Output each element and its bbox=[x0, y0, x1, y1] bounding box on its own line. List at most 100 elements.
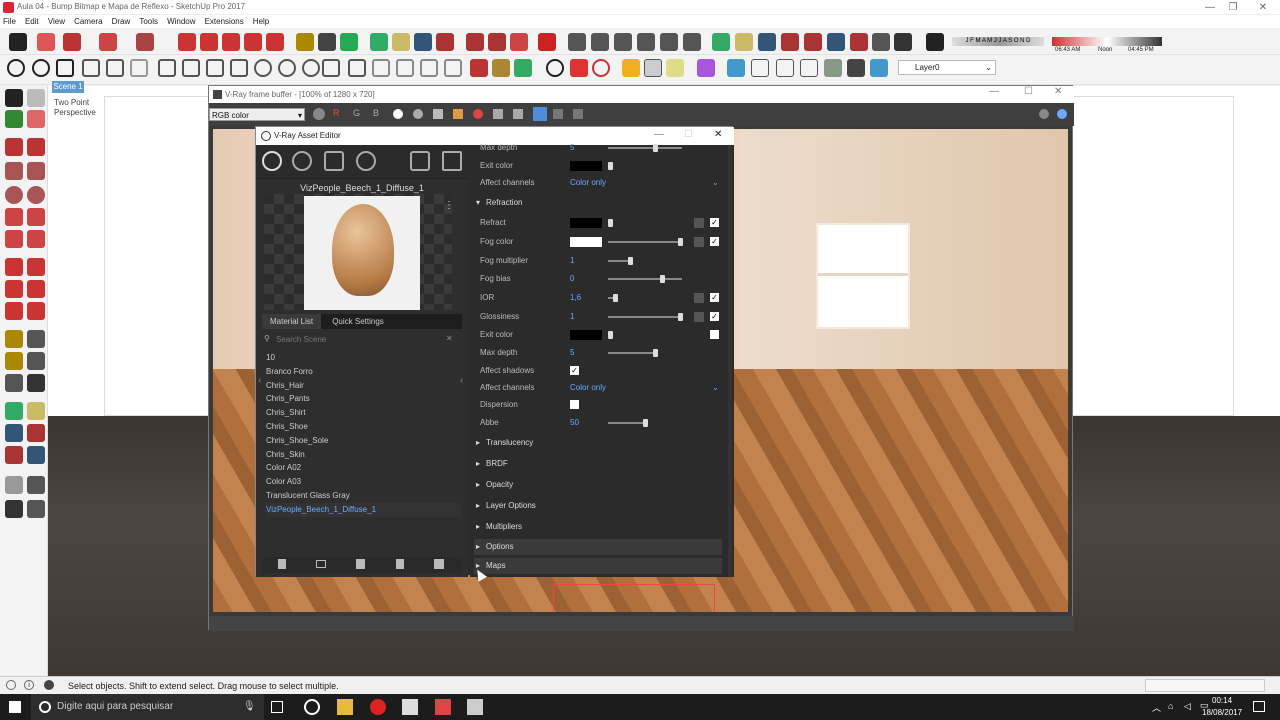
text-icon[interactable] bbox=[318, 33, 336, 51]
section-brdf[interactable]: ▸ BRDF bbox=[474, 456, 722, 472]
list-item[interactable]: Color A03 bbox=[266, 475, 461, 489]
notifications-icon[interactable] bbox=[1253, 701, 1265, 712]
list-item[interactable]: Chris_Skin bbox=[266, 448, 461, 462]
mono-icon[interactable] bbox=[413, 109, 423, 119]
clear-icon[interactable] bbox=[473, 109, 483, 119]
list-item-selected[interactable]: VizPeople_Beech_1_Diffuse_1 bbox=[266, 502, 461, 517]
green-channel-button[interactable]: G bbox=[353, 108, 360, 118]
track-mouse-icon[interactable] bbox=[533, 107, 547, 121]
menu-tools[interactable]: Tools bbox=[136, 16, 161, 27]
tab-quick-settings[interactable]: Quick Settings bbox=[324, 314, 392, 329]
list-item[interactable]: Color A02 bbox=[266, 461, 461, 475]
slider-knob[interactable] bbox=[613, 294, 618, 302]
refract-checkbox[interactable]: ✓ bbox=[710, 218, 719, 227]
zoom-extents-3-icon[interactable] bbox=[5, 446, 23, 464]
sketchup-taskbar-icon[interactable] bbox=[402, 699, 418, 715]
ae-close-button[interactable]: ✕ bbox=[714, 129, 722, 140]
fog-color-swatch[interactable] bbox=[570, 237, 602, 247]
clock-date[interactable]: 18/08/2017 bbox=[1202, 708, 1242, 717]
shadow-month-slider[interactable]: J F M A M J J A S O N D bbox=[952, 37, 1044, 46]
push-pull-icon[interactable] bbox=[178, 33, 196, 51]
exit-color-swatch[interactable] bbox=[570, 330, 602, 340]
sketchup-pro-icon[interactable] bbox=[435, 699, 451, 715]
settings-tab-icon[interactable] bbox=[356, 151, 376, 171]
vray-render-icon[interactable] bbox=[492, 59, 510, 77]
preview-menu-icon[interactable]: ⋮ bbox=[444, 200, 454, 211]
folder-icon[interactable] bbox=[453, 109, 463, 119]
scale-icon[interactable] bbox=[266, 33, 284, 51]
menu-file[interactable]: File bbox=[0, 16, 19, 27]
ae-minimize-button[interactable]: — bbox=[654, 129, 664, 140]
vfb-maximize-button[interactable]: ☐ bbox=[1024, 86, 1033, 97]
text-2-icon[interactable] bbox=[27, 352, 45, 370]
vfb-close-button[interactable]: ✕ bbox=[1054, 86, 1062, 97]
paint-bucket-icon[interactable] bbox=[340, 33, 358, 51]
slider-knob[interactable] bbox=[628, 257, 633, 265]
polygon-2-icon[interactable] bbox=[27, 186, 45, 204]
chevron-down-icon[interactable]: ⌄ bbox=[712, 381, 719, 395]
shape-4-icon[interactable] bbox=[800, 59, 818, 77]
windows-start-icon[interactable] bbox=[9, 701, 21, 713]
xray-icon[interactable] bbox=[158, 59, 176, 77]
exit-color-swatch[interactable] bbox=[570, 161, 602, 171]
clear-search-icon[interactable]: ✕ bbox=[446, 334, 453, 343]
search-input[interactable]: Search Scene bbox=[262, 333, 462, 346]
slider-knob[interactable] bbox=[653, 144, 658, 152]
texture-slot-icon[interactable] bbox=[694, 218, 704, 228]
section-refraction[interactable]: ▾ Refraction bbox=[474, 195, 722, 211]
left-view-icon[interactable] bbox=[683, 33, 701, 51]
look-around-2-icon[interactable] bbox=[27, 476, 45, 494]
chevron-down-icon[interactable]: ⌄ bbox=[712, 176, 719, 190]
list-item[interactable]: Chris_Pants bbox=[266, 392, 461, 406]
pie-icon[interactable] bbox=[27, 230, 45, 248]
drape-icon[interactable] bbox=[444, 59, 462, 77]
back-edges-icon[interactable] bbox=[182, 59, 200, 77]
list-item[interactable]: Translucent Glass Gray bbox=[266, 489, 461, 503]
menu-window[interactable]: Window bbox=[164, 16, 198, 27]
clock-time[interactable]: 00:14 bbox=[1212, 696, 1232, 705]
ae-maximize-button[interactable]: ☐ bbox=[684, 129, 693, 140]
refract-swatch[interactable] bbox=[570, 218, 602, 228]
stop-icon[interactable] bbox=[1039, 109, 1049, 119]
orbit-3-icon[interactable] bbox=[5, 402, 23, 420]
offset-icon[interactable] bbox=[27, 302, 45, 320]
rectangle-2-icon[interactable] bbox=[5, 162, 23, 180]
lights-tab-icon[interactable] bbox=[292, 151, 312, 171]
freehand-icon[interactable] bbox=[56, 59, 74, 77]
rotated-rect-icon[interactable] bbox=[27, 162, 45, 180]
param-value[interactable]: 1 bbox=[570, 254, 574, 268]
menu-camera[interactable]: Camera bbox=[71, 16, 105, 27]
list-item[interactable]: Chris_Shoe_Sole bbox=[266, 434, 461, 448]
vray-spot-icon[interactable] bbox=[592, 59, 610, 77]
arc-4-icon[interactable] bbox=[5, 230, 23, 248]
save-icon[interactable] bbox=[433, 109, 443, 119]
slider-knob[interactable] bbox=[643, 419, 648, 427]
move-icon[interactable] bbox=[222, 33, 240, 51]
circle-icon[interactable] bbox=[7, 59, 25, 77]
taskbar-search[interactable]: Digite aqui para pesquisar bbox=[31, 694, 264, 720]
share-model-icon[interactable] bbox=[488, 33, 506, 51]
vray-infinite-plane-icon[interactable] bbox=[644, 59, 662, 77]
previous-2-icon[interactable] bbox=[27, 446, 45, 464]
geometry-tab-icon[interactable] bbox=[324, 151, 344, 171]
section-maps[interactable]: ▸ Maps bbox=[474, 558, 722, 574]
rectangle-icon[interactable] bbox=[136, 33, 154, 51]
pan-3-icon[interactable] bbox=[27, 402, 45, 420]
menu-extensions[interactable]: Extensions bbox=[202, 16, 247, 27]
microphone-icon[interactable]: 🎙 bbox=[243, 701, 256, 712]
fog-color-checkbox[interactable]: ✓ bbox=[710, 237, 719, 246]
vray-material-icon[interactable] bbox=[470, 59, 488, 77]
look-around-icon[interactable] bbox=[872, 33, 890, 51]
circle-2-icon[interactable] bbox=[5, 186, 23, 204]
section-layer-options[interactable]: ▸ Layer Options bbox=[474, 498, 722, 514]
axes-icon[interactable] bbox=[5, 374, 23, 392]
geo-location-icon[interactable] bbox=[6, 680, 16, 690]
chrome-icon[interactable] bbox=[304, 699, 320, 715]
menu-help[interactable]: Help bbox=[250, 16, 272, 27]
red-channel-button[interactable]: R bbox=[333, 108, 340, 118]
from-contours-icon[interactable] bbox=[348, 59, 366, 77]
param-value[interactable]: 5 bbox=[570, 141, 574, 155]
arc-2-icon[interactable] bbox=[5, 208, 23, 226]
slider-knob[interactable] bbox=[678, 313, 683, 321]
from-scratch-icon[interactable] bbox=[372, 59, 390, 77]
